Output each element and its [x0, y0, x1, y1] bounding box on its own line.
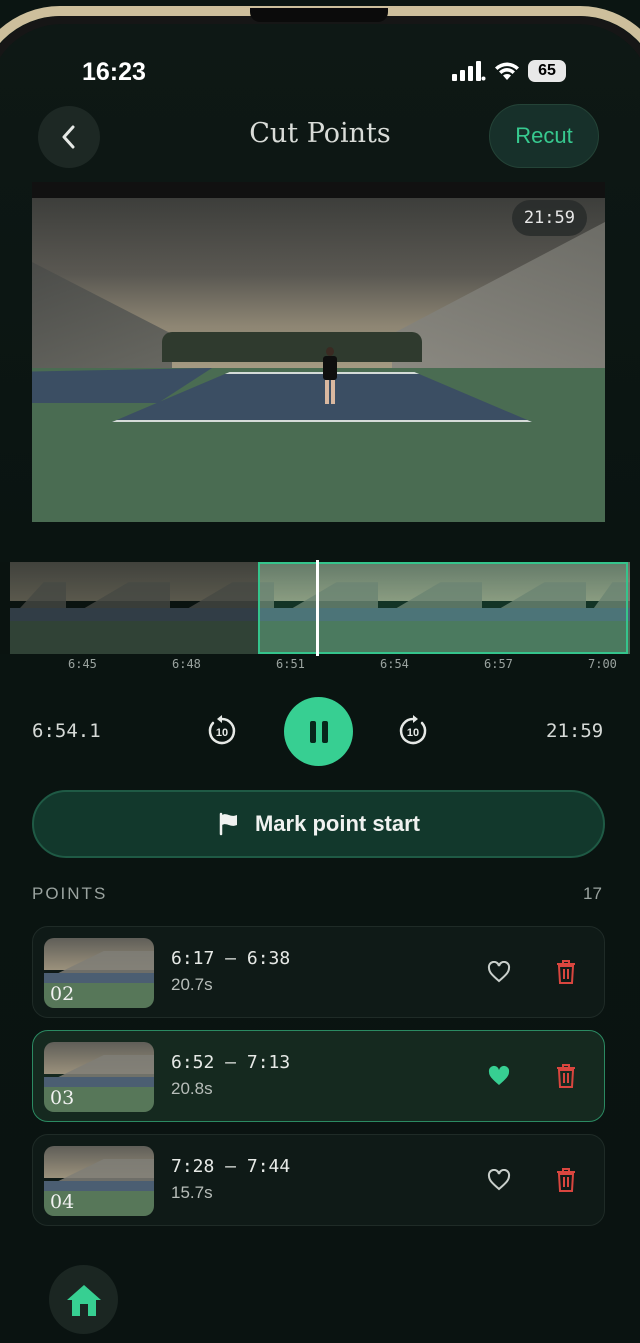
pause-icon: [309, 720, 328, 743]
points-count: 17: [583, 884, 602, 903]
points-section-title: POINTS: [32, 884, 108, 903]
point-number: 02: [50, 983, 75, 1005]
skip-forward-button[interactable]: 10: [396, 714, 430, 748]
point-thumbnail: 02: [44, 938, 154, 1008]
rewind-10-icon: 10: [208, 715, 236, 745]
status-time: 16:23: [82, 58, 146, 86]
point-duration: 20.7s: [171, 975, 213, 994]
wifi-icon: [495, 62, 519, 80]
skip-forward-seconds: 10: [407, 727, 419, 739]
skip-back-seconds: 10: [216, 727, 228, 739]
point-card[interactable]: 02 6:17 – 6:38 20.7s: [32, 926, 605, 1018]
timeline-tick: 6:51: [276, 657, 305, 671]
home-icon: [66, 1284, 101, 1316]
dynamic-island: [250, 8, 388, 22]
timeline-selection[interactable]: [258, 562, 628, 654]
home-button[interactable]: [49, 1265, 118, 1334]
point-duration: 20.8s: [171, 1079, 213, 1098]
signal-icon: [452, 61, 486, 81]
timeline-tick: 6:57: [484, 657, 513, 671]
timeline-ticks: 6:45 6:48 6:51 6:54 6:57 7:00: [0, 657, 640, 673]
timeline-tick: 6:45: [68, 657, 97, 671]
battery-indicator: 65: [528, 60, 566, 82]
pause-button[interactable]: [284, 697, 353, 766]
trash-icon[interactable]: [555, 1167, 577, 1193]
skip-back-button[interactable]: 10: [205, 714, 239, 748]
trash-icon[interactable]: [555, 1063, 577, 1089]
point-time-range: 7:28 – 7:44: [171, 1156, 291, 1177]
point-thumbnail: 03: [44, 1042, 154, 1112]
status-icons: 65: [452, 60, 566, 82]
point-number: 03: [50, 1087, 75, 1109]
timeline-tick: 6:54: [380, 657, 409, 671]
phone-screen: 16:23 65 Cut Points Recut 21:59 6:45 6:4…: [0, 0, 640, 1343]
point-card[interactable]: 04 7:28 – 7:44 15.7s: [32, 1134, 605, 1226]
video-timestamp-badge: 21:59: [511, 200, 587, 236]
total-time: 21:59: [546, 720, 604, 742]
timeline-tick: 7:00: [588, 657, 617, 671]
timeline-tick: 6:48: [172, 657, 201, 671]
timeline-dimmed-region: [0, 562, 258, 654]
video-player[interactable]: 21:59: [32, 182, 605, 522]
heart-outline-icon[interactable]: [487, 961, 511, 983]
current-time: 6:54.1: [32, 720, 101, 742]
point-duration: 15.7s: [171, 1183, 213, 1202]
flag-icon: [219, 812, 237, 836]
video-trees: [162, 332, 422, 362]
trash-icon[interactable]: [555, 959, 577, 985]
point-time-range: 6:52 – 7:13: [171, 1052, 291, 1073]
point-thumbnail: 04: [44, 1146, 154, 1216]
playhead[interactable]: [316, 560, 319, 656]
mark-point-start-label: Mark point start: [254, 811, 421, 836]
heart-outline-icon[interactable]: [487, 1169, 511, 1191]
forward-10-icon: 10: [399, 715, 427, 745]
tennis-player: [322, 347, 338, 407]
point-card[interactable]: 03 6:52 – 7:13 20.8s: [32, 1030, 605, 1122]
mark-point-start-button[interactable]: Mark point start: [32, 790, 605, 858]
heart-filled-icon[interactable]: [487, 1065, 511, 1087]
point-number: 04: [50, 1191, 75, 1213]
point-time-range: 6:17 – 6:38: [171, 948, 291, 969]
recut-button[interactable]: Recut: [489, 104, 599, 168]
